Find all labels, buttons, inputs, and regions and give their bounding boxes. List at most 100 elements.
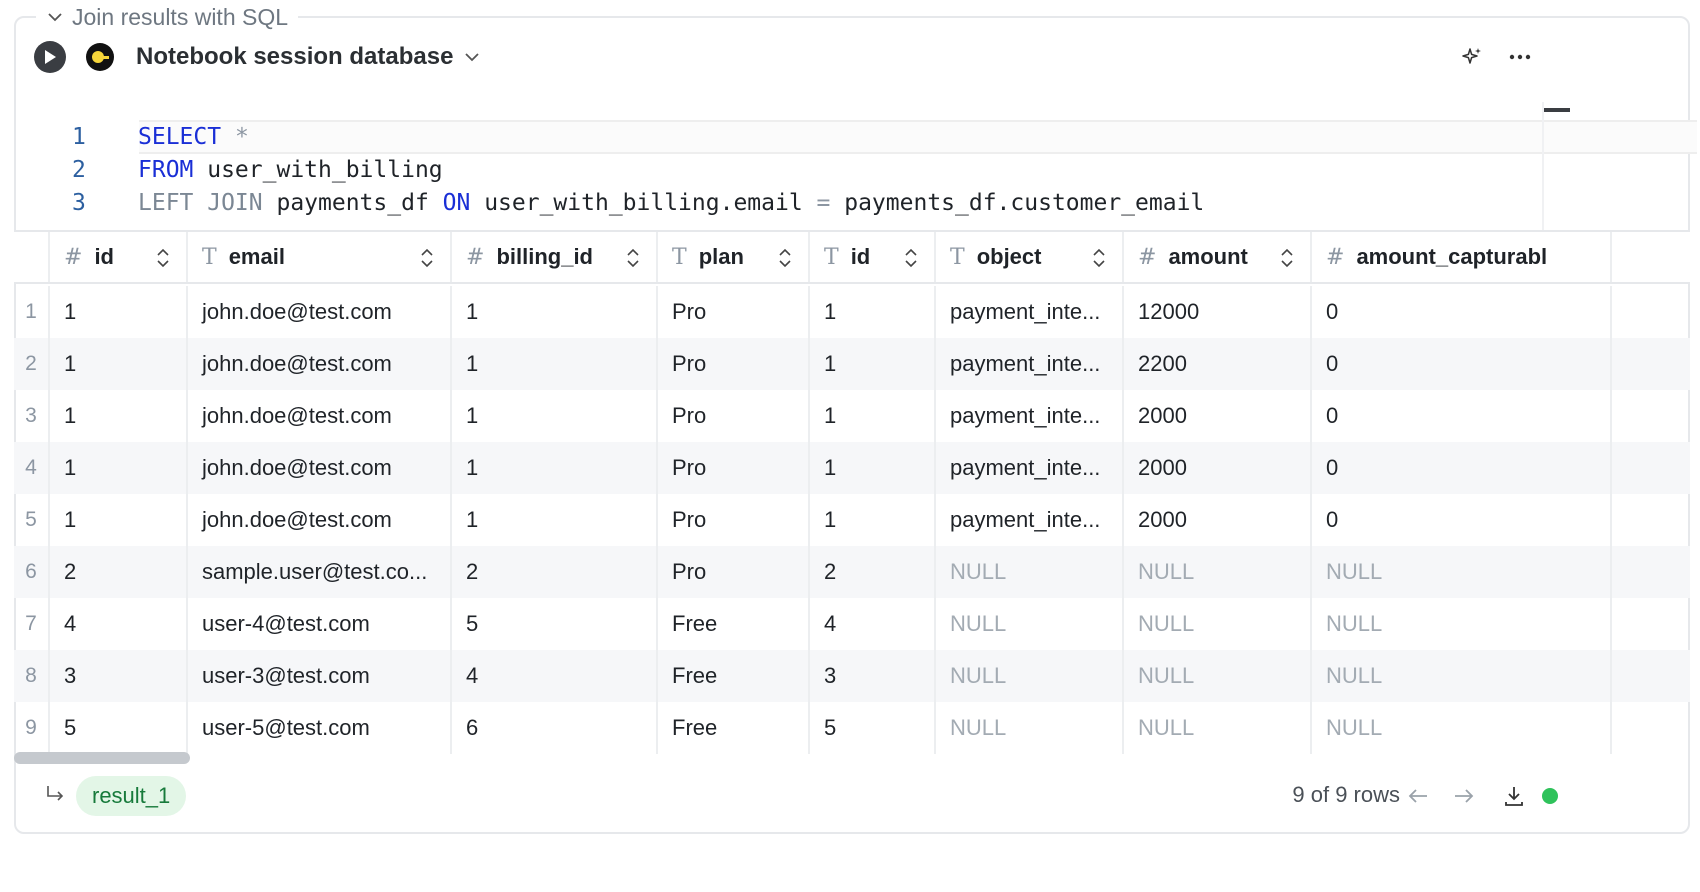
table-cell[interactable]: 1: [452, 494, 658, 546]
next-page-button[interactable]: [1448, 780, 1480, 812]
table-cell[interactable]: 0: [1312, 494, 1612, 546]
result-variable-chip[interactable]: result_1: [76, 776, 187, 816]
table-cell[interactable]: 2: [452, 546, 658, 598]
table-cell[interactable]: 1: [50, 494, 188, 546]
table-cell[interactable]: 3: [50, 650, 188, 702]
table-cell[interactable]: 4: [810, 598, 936, 650]
sort-icon[interactable]: [904, 246, 918, 270]
table-cell[interactable]: 1: [50, 442, 188, 494]
table-cell[interactable]: 0: [1312, 442, 1612, 494]
column-header-email[interactable]: Temail: [188, 232, 452, 282]
sort-icon[interactable]: [420, 246, 434, 270]
table-cell[interactable]: 1: [810, 494, 936, 546]
table-cell[interactable]: john.doe@test.com: [188, 390, 452, 442]
table-cell[interactable]: NULL: [1124, 546, 1312, 598]
table-cell[interactable]: john.doe@test.com: [188, 286, 452, 338]
table-cell[interactable]: Pro: [658, 546, 810, 598]
table-row[interactable]: 9 5 user-5@test.com 6 Free 5 NULL NULL NULL: [14, 702, 1690, 754]
table-cell[interactable]: 4: [452, 650, 658, 702]
database-selector[interactable]: Notebook session database: [136, 42, 481, 72]
cell-title[interactable]: Join results with SQL: [36, 2, 299, 32]
table-cell[interactable]: NULL: [936, 598, 1124, 650]
table-cell[interactable]: 2: [810, 546, 936, 598]
table-cell[interactable]: NULL: [936, 650, 1124, 702]
table-cell[interactable]: 1: [50, 338, 188, 390]
table-cell[interactable]: 12000: [1124, 286, 1312, 338]
editor-scrollbar-track[interactable]: [1542, 102, 1544, 234]
table-cell[interactable]: payment_inte...: [936, 390, 1124, 442]
table-cell[interactable]: 1: [50, 286, 188, 338]
table-cell[interactable]: Free: [658, 598, 810, 650]
column-header-id[interactable]: # id: [50, 232, 188, 282]
table-cell[interactable]: Pro: [658, 390, 810, 442]
table-cell[interactable]: 1: [810, 390, 936, 442]
code-line[interactable]: 2 FROM user_with_billing: [14, 153, 443, 187]
column-header-amount_capturabl[interactable]: # amount_capturabl: [1312, 232, 1612, 282]
table-cell[interactable]: 1: [452, 338, 658, 390]
table-cell[interactable]: 1: [452, 390, 658, 442]
table-row[interactable]: 8 3 user-3@test.com 4 Free 3 NULL NULL NULL: [14, 650, 1690, 702]
column-header-object[interactable]: Tobject: [936, 232, 1124, 282]
table-cell[interactable]: user-5@test.com: [188, 702, 452, 754]
table-row[interactable]: 5 1 john.doe@test.com 1 Pro 1 payment_inte... 2…: [14, 494, 1690, 546]
table-cell[interactable]: Pro: [658, 442, 810, 494]
table-cell[interactable]: NULL: [1312, 702, 1612, 754]
download-button[interactable]: [1498, 780, 1530, 812]
previous-page-button[interactable]: [1402, 780, 1434, 812]
column-header-amount[interactable]: # amount: [1124, 232, 1312, 282]
table-cell[interactable]: 1: [810, 338, 936, 390]
table-cell[interactable]: 2: [50, 546, 188, 598]
table-cell[interactable]: Free: [658, 702, 810, 754]
table-row[interactable]: 2 1 john.doe@test.com 1 Pro 1 payment_inte... 2…: [14, 338, 1690, 390]
table-cell[interactable]: 0: [1312, 286, 1612, 338]
table-cell[interactable]: Pro: [658, 338, 810, 390]
sort-icon[interactable]: [778, 246, 792, 270]
table-cell[interactable]: john.doe@test.com: [188, 338, 452, 390]
code-line[interactable]: 1 SELECT *: [14, 120, 249, 154]
table-cell[interactable]: john.doe@test.com: [188, 494, 452, 546]
more-options-button[interactable]: [1504, 41, 1536, 73]
column-header-billing_id[interactable]: # billing_id: [452, 232, 658, 282]
table-row[interactable]: 4 1 john.doe@test.com 1 Pro 1 payment_inte... 2…: [14, 442, 1690, 494]
table-cell[interactable]: NULL: [1124, 650, 1312, 702]
column-header-id[interactable]: Tid: [810, 232, 936, 282]
table-cell[interactable]: 4: [50, 598, 188, 650]
sql-editor[interactable]: 1 SELECT * 2 FROM user_with_billing 3 LEFT JO…: [14, 102, 1697, 234]
run-button[interactable]: [34, 41, 66, 73]
table-cell[interactable]: Pro: [658, 286, 810, 338]
table-cell[interactable]: 2200: [1124, 338, 1312, 390]
table-cell[interactable]: 5: [452, 598, 658, 650]
table-cell[interactable]: 5: [50, 702, 188, 754]
table-cell[interactable]: 0: [1312, 390, 1612, 442]
table-cell[interactable]: 1: [452, 286, 658, 338]
sort-icon[interactable]: [626, 246, 640, 270]
table-cell[interactable]: 5: [810, 702, 936, 754]
table-cell[interactable]: NULL: [1312, 546, 1612, 598]
editor-scrollbar-thumb[interactable]: [1544, 108, 1570, 112]
table-cell[interactable]: NULL: [936, 546, 1124, 598]
table-cell[interactable]: 0: [1312, 338, 1612, 390]
table-row[interactable]: 1 1 john.doe@test.com 1 Pro 1 payment_inte... 1…: [14, 286, 1690, 338]
table-cell[interactable]: NULL: [1312, 650, 1612, 702]
chevron-down-icon[interactable]: [46, 8, 64, 26]
column-header-plan[interactable]: Tplan: [658, 232, 810, 282]
ai-assist-button[interactable]: [1456, 41, 1488, 73]
table-cell[interactable]: user-3@test.com: [188, 650, 452, 702]
table-row[interactable]: 6 2 sample.user@test.co... 2 Pro 2 NULL NULL NUL…: [14, 546, 1690, 598]
sort-icon[interactable]: [1280, 246, 1294, 270]
table-cell[interactable]: NULL: [1124, 598, 1312, 650]
table-cell[interactable]: Pro: [658, 494, 810, 546]
code-line[interactable]: 3 LEFT JOIN payments_df ON user_with_bill…: [14, 186, 1204, 220]
table-cell[interactable]: 2000: [1124, 442, 1312, 494]
table-cell[interactable]: 3: [810, 650, 936, 702]
table-cell[interactable]: sample.user@test.co...: [188, 546, 452, 598]
table-cell[interactable]: payment_inte...: [936, 286, 1124, 338]
table-cell[interactable]: NULL: [1124, 702, 1312, 754]
table-cell[interactable]: 2000: [1124, 494, 1312, 546]
sort-icon[interactable]: [1092, 246, 1106, 270]
table-cell[interactable]: 1: [810, 286, 936, 338]
table-cell[interactable]: 1: [452, 442, 658, 494]
table-cell[interactable]: NULL: [936, 702, 1124, 754]
table-cell[interactable]: 1: [810, 442, 936, 494]
table-cell[interactable]: payment_inte...: [936, 338, 1124, 390]
